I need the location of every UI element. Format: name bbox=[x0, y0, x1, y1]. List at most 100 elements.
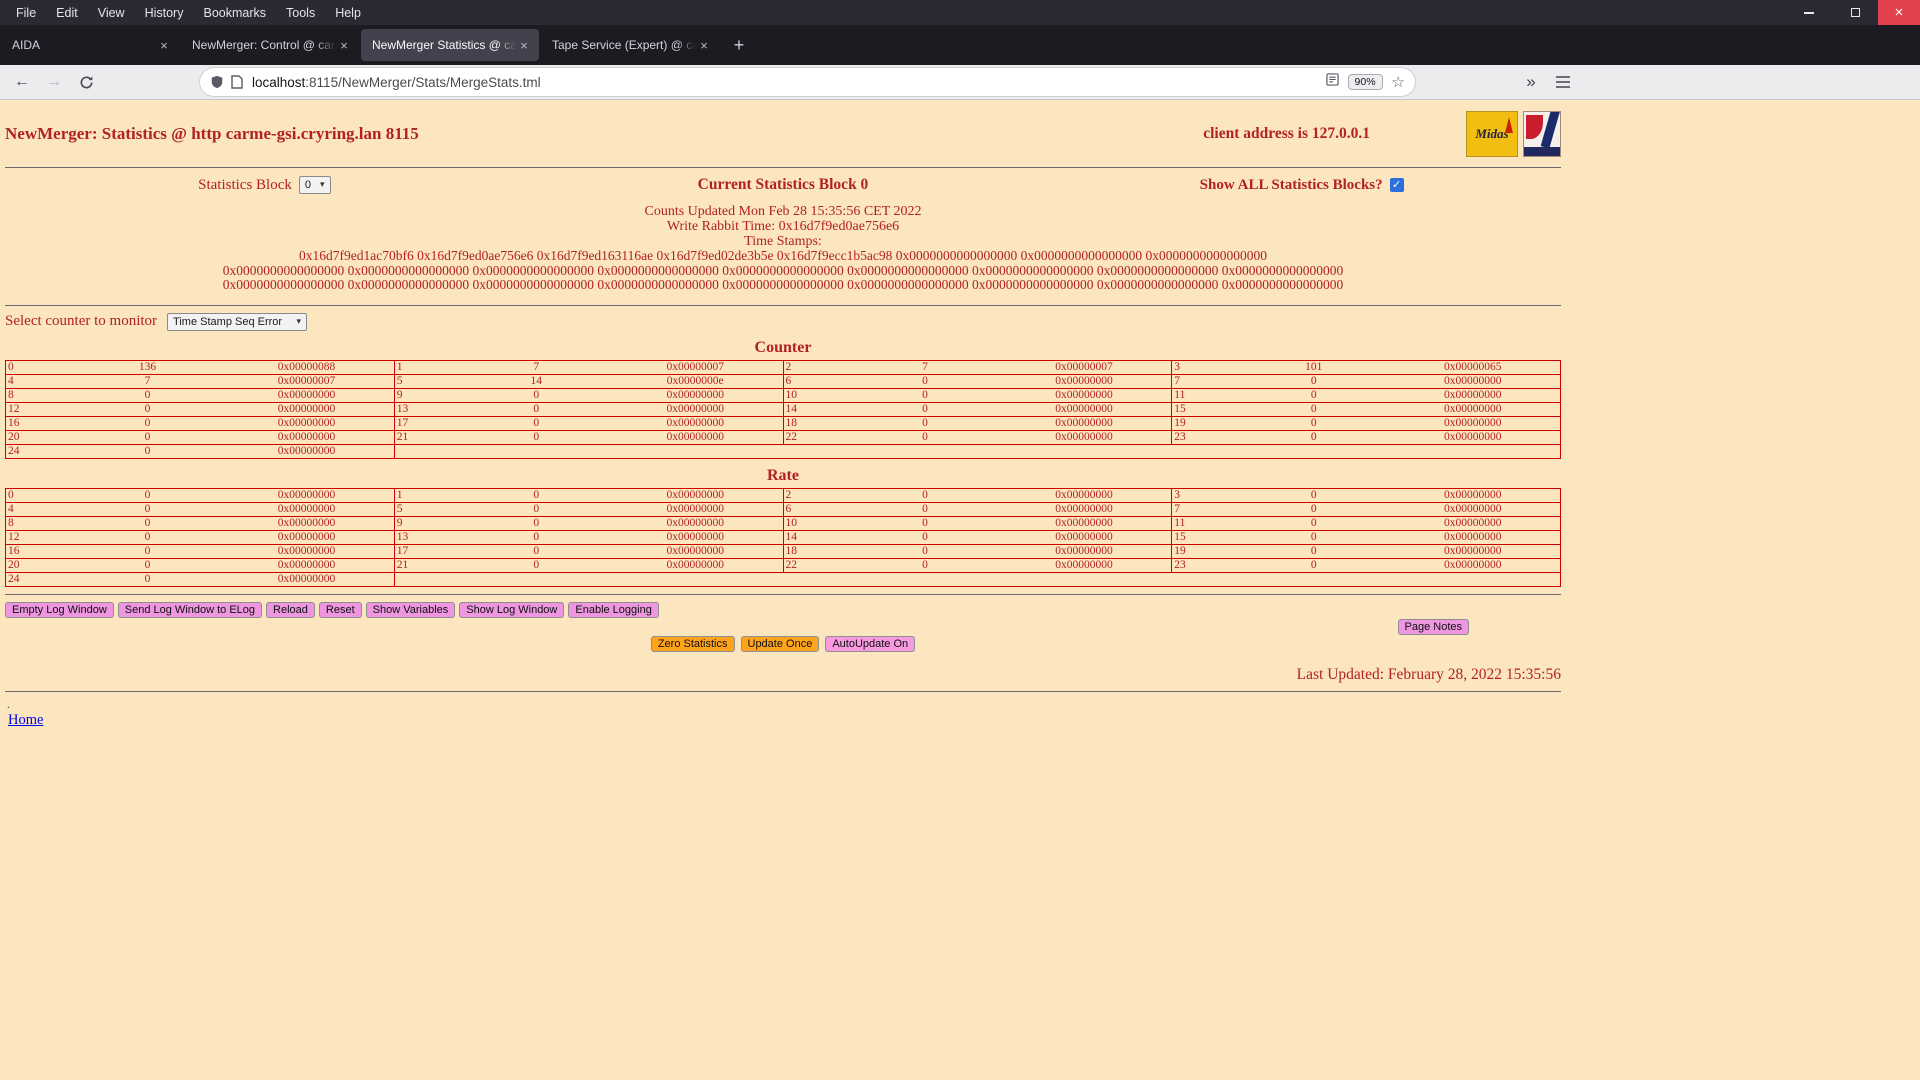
stat-hex: 0x00000000 bbox=[1443, 374, 1502, 387]
reload-button[interactable] bbox=[72, 68, 100, 96]
stat-value: 0 bbox=[922, 502, 928, 515]
stat-index: 3 bbox=[1174, 488, 1180, 501]
tab-newmerger-statistics-carme[interactable]: NewMerger Statistics @ carme× bbox=[361, 29, 539, 61]
rate-title: Rate bbox=[767, 466, 799, 484]
bookmark-star-icon[interactable]: ☆ bbox=[1392, 73, 1405, 91]
time-stamps: 0x16d7f9ed1ac70bf6 0x16d7f9ed0ae756e6 0x… bbox=[5, 248, 1561, 293]
time-stamp-line: 0x0000000000000000 0x0000000000000000 0x… bbox=[222, 262, 1344, 278]
stat-value: 0 bbox=[144, 530, 151, 543]
chevron-down-icon: ▾ bbox=[320, 180, 325, 190]
stat-value: 101 bbox=[1305, 360, 1323, 373]
stat-empty bbox=[394, 572, 1560, 586]
menu-item-history[interactable]: History bbox=[135, 0, 194, 25]
button-reset[interactable]: Reset bbox=[318, 601, 362, 618]
hamburger-icon bbox=[1556, 76, 1570, 88]
stat-cell: 24 0 0x00000000 bbox=[5, 571, 395, 587]
stat-value: 0 bbox=[144, 416, 151, 429]
stat-hex: 0x00000000 bbox=[1443, 430, 1502, 443]
button-autoupdate-on[interactable]: AutoUpdate On bbox=[825, 635, 916, 652]
status-lines: Counts Updated Mon Feb 28 15:35:56 CET 2… bbox=[5, 204, 1561, 293]
button-update-once[interactable]: Update Once bbox=[740, 635, 820, 652]
maximize-button[interactable] bbox=[1832, 0, 1878, 25]
tracking-protection-icon[interactable] bbox=[210, 75, 224, 89]
rate-table: 0 0 0x00000000 1 0 0x00000000 2 0 0x00000000 3 0 0x… bbox=[5, 487, 1561, 587]
button-enable-logging[interactable]: Enable Logging bbox=[568, 601, 659, 618]
button-reload[interactable]: Reload bbox=[266, 601, 315, 618]
monitor-label: Select counter to monitor bbox=[5, 313, 158, 329]
stat-hex: 0x00000000 bbox=[1055, 516, 1113, 529]
menu-item-file[interactable]: File bbox=[6, 0, 46, 25]
button-send-log-window-to-elog[interactable]: Send Log Window to ELog bbox=[117, 601, 263, 618]
stat-cell: 22 0 0x00000000 bbox=[782, 429, 1173, 445]
stat-value: 0 bbox=[533, 430, 540, 443]
stat-index: 16 bbox=[8, 544, 20, 557]
zoom-indicator[interactable]: 90% bbox=[1347, 74, 1383, 90]
reader-mode-icon[interactable] bbox=[1325, 73, 1339, 91]
stat-cell: 3 101 0x00000065 bbox=[1171, 359, 1561, 375]
stat-value: 0 bbox=[144, 502, 151, 515]
stats-block-select[interactable]: 0 ▾ bbox=[298, 176, 331, 194]
menu-item-bookmarks[interactable]: Bookmarks bbox=[193, 0, 276, 25]
stat-cell: 0 0 0x00000000 bbox=[5, 487, 395, 503]
page-info-icon[interactable] bbox=[231, 75, 243, 89]
counter-table: 0 136 0x00000088 1 7 0x00000007 2 7 0x00000007 3 1… bbox=[5, 359, 1561, 459]
page-title: NewMerger: Statistics @ http carme-gsi.c… bbox=[5, 124, 419, 143]
button-show-variables[interactable]: Show Variables bbox=[365, 601, 456, 618]
tab-newmerger-control-carme[interactable]: NewMerger: Control @ carme × bbox=[181, 29, 359, 61]
app-menu-button[interactable] bbox=[1549, 68, 1577, 96]
stat-value: 7 bbox=[922, 360, 928, 373]
menu-item-view[interactable]: View bbox=[88, 0, 135, 25]
stat-value: 0 bbox=[144, 388, 151, 401]
stat-hex: 0x00000000 bbox=[1443, 516, 1502, 529]
stat-value: 0 bbox=[144, 488, 151, 501]
stat-index: 10 bbox=[785, 516, 798, 529]
menu-item-edit[interactable]: Edit bbox=[46, 0, 88, 25]
tab-close-icon[interactable]: × bbox=[696, 37, 712, 53]
counter-select[interactable]: Time Stamp Seq Error ▾ bbox=[167, 312, 308, 331]
url-text: localhost:8115/NewMerger/Stats/MergeStat… bbox=[252, 75, 541, 90]
stat-cell: 13 0 0x00000000 bbox=[393, 401, 784, 417]
home-link[interactable]: Home bbox=[8, 712, 43, 728]
stat-cell: 4 0 0x00000000 bbox=[5, 501, 395, 517]
menu-item-tools[interactable]: Tools bbox=[276, 0, 325, 25]
stat-value: 0 bbox=[922, 558, 928, 571]
stat-index: 14 bbox=[785, 530, 798, 543]
button-show-log-window[interactable]: Show Log Window bbox=[459, 601, 565, 618]
stat-hex: 0x00000000 bbox=[1443, 402, 1502, 415]
stat-index: 24 bbox=[8, 572, 20, 585]
url-bar[interactable]: localhost:8115/NewMerger/Stats/MergeStat… bbox=[200, 68, 1415, 96]
stat-value: 0 bbox=[922, 544, 928, 557]
url-path: :8115/NewMerger/Stats/MergeStats.tml bbox=[305, 74, 541, 90]
stat-row: 8 0 0x00000000 9 0 0x00000000 10 0 0x00000000 11 0… bbox=[5, 515, 1561, 531]
update-buttons-row: Zero Statistics Update Once AutoUpdate On bbox=[5, 635, 1561, 652]
tab-close-icon[interactable]: × bbox=[516, 37, 532, 53]
tab-aida[interactable]: AIDA × bbox=[1, 29, 179, 61]
overflow-menu-button[interactable]: » bbox=[1517, 68, 1545, 96]
close-button[interactable]: × bbox=[1878, 0, 1920, 25]
stat-hex: 0x00000000 bbox=[277, 388, 336, 401]
counter-title: Counter bbox=[754, 338, 812, 356]
menu-item-help[interactable]: Help bbox=[325, 0, 371, 25]
tab-close-icon[interactable]: × bbox=[156, 37, 172, 53]
tab-close-icon[interactable]: × bbox=[336, 37, 352, 53]
tab-tape-service-expert-carme[interactable]: Tape Service (Expert) @ carme× bbox=[541, 29, 719, 61]
button-zero-statistics[interactable]: Zero Statistics bbox=[650, 635, 735, 652]
stat-hex: 0x00000000 bbox=[1443, 388, 1502, 401]
button-empty-log-window[interactable]: Empty Log Window bbox=[5, 601, 114, 618]
stat-value: 0 bbox=[533, 502, 540, 515]
stat-hex: 0x00000000 bbox=[666, 488, 724, 501]
write-rabbit-time: Write Rabbit Time: 0x16d7f9ed0ae756e6 bbox=[666, 219, 900, 234]
stat-hex: 0x00000000 bbox=[1055, 544, 1113, 557]
stat-cell: 20 0 0x00000000 bbox=[5, 557, 395, 573]
show-all-checkbox[interactable]: ✓ bbox=[1389, 178, 1404, 192]
minimize-button[interactable] bbox=[1786, 0, 1832, 25]
stat-cell: 11 0 0x00000000 bbox=[1171, 387, 1561, 403]
new-tab-button[interactable]: + bbox=[724, 30, 754, 60]
forward-button[interactable]: → bbox=[40, 68, 68, 96]
page-notes-button[interactable]: Page Notes bbox=[1397, 618, 1469, 635]
stat-cell: 13 0 0x00000000 bbox=[393, 529, 784, 545]
stat-index: 22 bbox=[785, 430, 798, 443]
back-button[interactable]: ← bbox=[8, 68, 36, 96]
stat-value: 0 bbox=[1310, 544, 1317, 557]
stat-value: 0 bbox=[144, 558, 151, 571]
